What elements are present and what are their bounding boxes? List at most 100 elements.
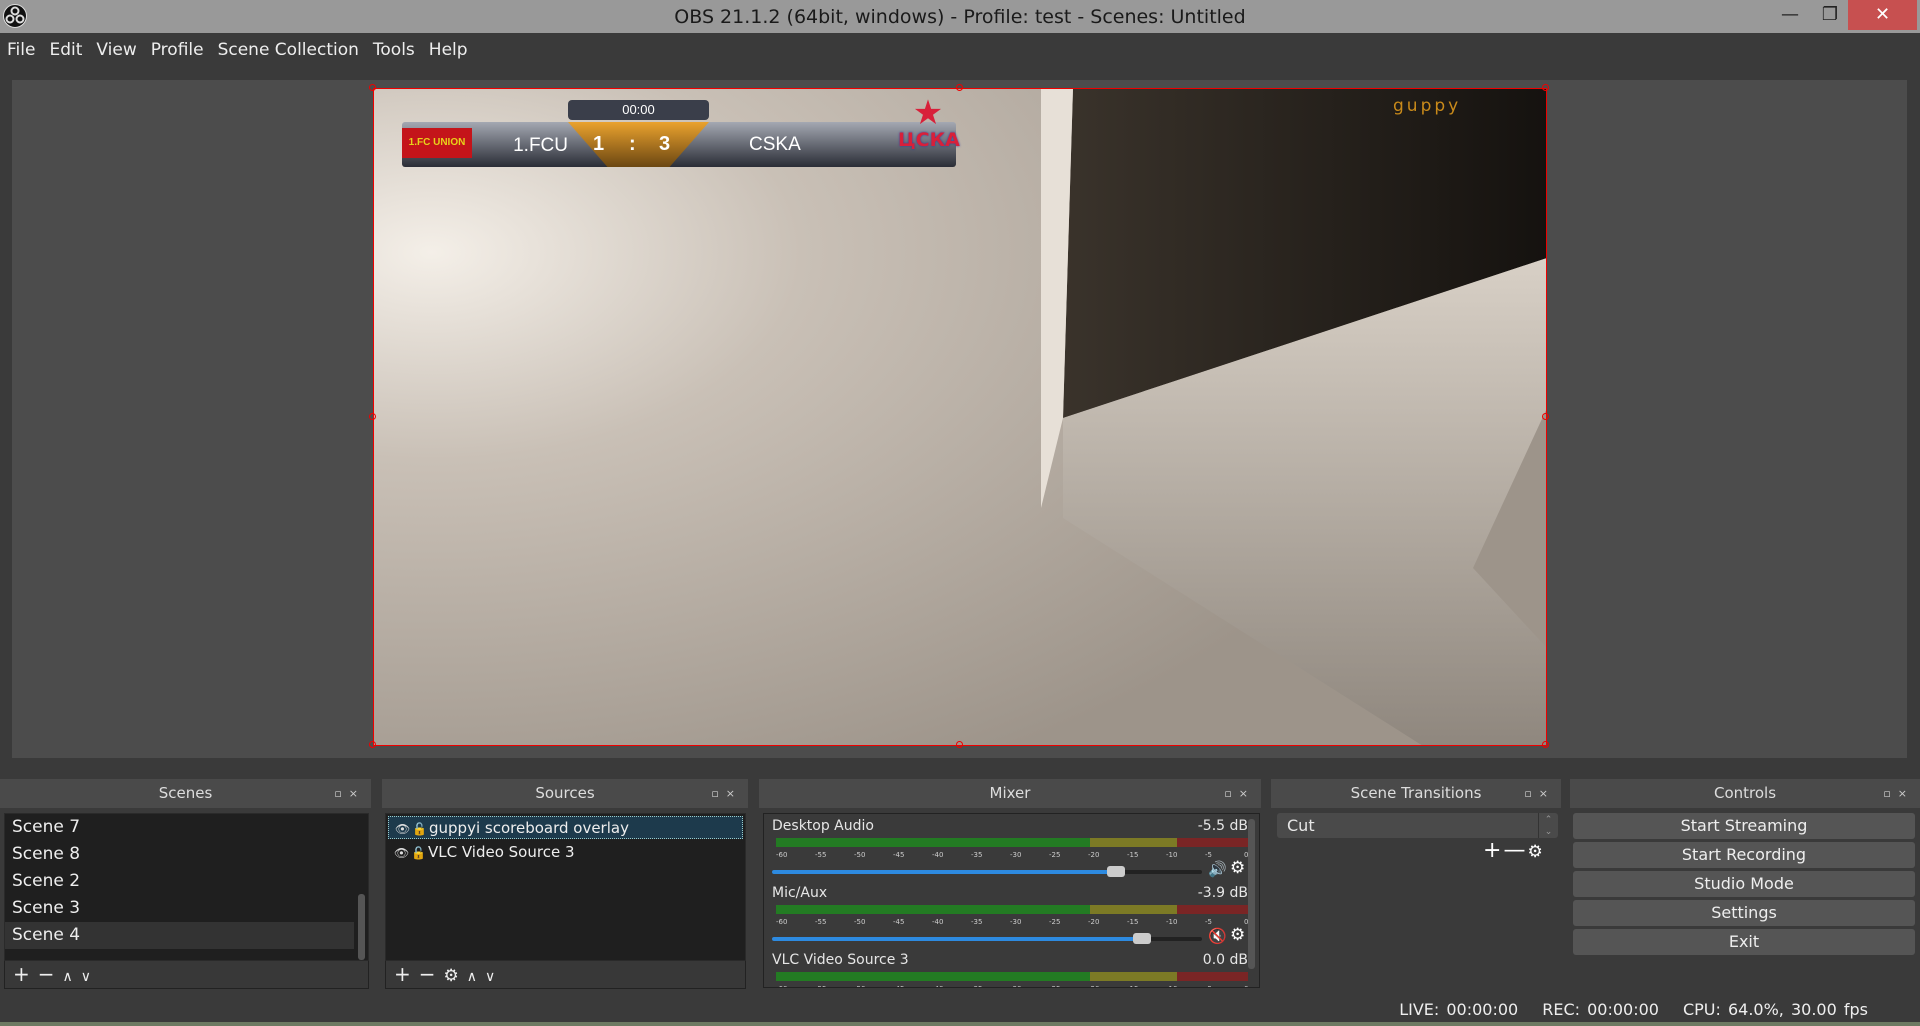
selection-box	[373, 88, 1547, 746]
scenes-toolbar: + − ∧ ∨	[4, 961, 369, 989]
menu-profile[interactable]: Profile	[144, 33, 211, 67]
channel-db: -3.9 dB	[1197, 885, 1248, 901]
scenes-dock-header: Scenes ▫×	[0, 779, 371, 808]
channel-db: 0.0 dB	[1202, 952, 1248, 968]
gear-icon[interactable]: ⚙	[1230, 858, 1245, 878]
exit-button[interactable]: Exit	[1573, 929, 1915, 955]
tick-label: -40	[932, 918, 944, 926]
spinner-arrows-icon[interactable]: ⌃ ⌄	[1538, 813, 1558, 838]
tick-label: -35	[971, 851, 983, 859]
move-up-icon[interactable]: ∧	[467, 964, 477, 990]
scenes-scrollbar[interactable]	[358, 894, 365, 960]
eye-icon[interactable]: 👁	[394, 842, 411, 864]
resize-handle[interactable]	[1542, 741, 1549, 748]
channel-name: VLC Video Source 3	[772, 952, 909, 968]
menu-scene-collection[interactable]: Scene Collection	[211, 33, 366, 67]
scenes-list[interactable]: Scene 7 Scene 8 Scene 2 Scene 3 Scene 4	[4, 813, 369, 961]
tick-label: -60	[776, 985, 787, 987]
volume-slider[interactable]	[772, 933, 1202, 944]
transitions-dock-header: Scene Transitions ▫×	[1271, 779, 1561, 808]
mixer-channel: Mic/Aux -3.9 dB -60 -55 -50 -45 -40 -35 -30 -25…	[772, 885, 1248, 951]
dock-float-close-icons[interactable]: ▫×	[1524, 779, 1555, 808]
menu-bar: File Edit View Profile Scene Collection Tools…	[0, 33, 1920, 67]
tick-label: -10	[1166, 918, 1178, 926]
remove-source-icon[interactable]: −	[419, 961, 436, 987]
remove-transition-icon[interactable]: —	[1503, 838, 1527, 863]
tick-label: -60	[776, 918, 788, 926]
preview-canvas[interactable]: 00:00 1.FC UNION 1.FCU 1 : 3 CSKA ★ ЦСКА…	[369, 84, 1549, 748]
scene-item[interactable]: Scene 2	[5, 868, 368, 895]
transition-select[interactable]: Cut ⌃ ⌄	[1277, 813, 1558, 838]
tick-label: -30	[1010, 851, 1022, 859]
tick-label: -50	[854, 985, 865, 987]
tick-label: -40	[932, 985, 943, 987]
gear-icon[interactable]: ⚙	[1527, 842, 1544, 862]
resize-handle[interactable]	[1542, 84, 1549, 91]
source-item-selected[interactable]: 👁 🔓 guppyi scoreboard overlay	[388, 816, 743, 839]
menu-view[interactable]: View	[89, 33, 143, 67]
status-bar: LIVE: 00:00:00 REC: 00:00:00 CPU: 64.0%, 3…	[1375, 1000, 1868, 1019]
mixer-channel: VLC Video Source 3 0.0 dB -60-55-50-45-4…	[772, 952, 1248, 987]
scene-item[interactable]: Scene 7	[5, 814, 368, 841]
volume-meter	[776, 838, 1248, 847]
scene-item[interactable]: Scene 3	[5, 895, 368, 922]
tick-label: -10	[1166, 851, 1178, 859]
scene-item[interactable]: Scene 8	[5, 841, 368, 868]
resize-handle[interactable]	[956, 741, 963, 748]
dock-float-close-icons[interactable]: ▫×	[334, 779, 365, 808]
gear-icon[interactable]: ⚙	[444, 963, 459, 989]
tick-label: -60	[776, 851, 788, 859]
start-recording-button[interactable]: Start Recording	[1573, 842, 1915, 868]
dock-float-close-icons[interactable]: ▫×	[1883, 779, 1914, 808]
tick-label: -25	[1049, 985, 1060, 987]
source-item[interactable]: 👁 🔓 VLC Video Source 3	[388, 841, 743, 864]
resize-handle[interactable]	[369, 741, 376, 748]
settings-button[interactable]: Settings	[1573, 900, 1915, 926]
studio-mode-button[interactable]: Studio Mode	[1573, 871, 1915, 897]
volume-meter	[776, 972, 1248, 981]
muted-speaker-icon[interactable]: 🔇	[1208, 927, 1227, 945]
mixer-scrollbar[interactable]	[1248, 819, 1255, 969]
tick-label: -15	[1127, 851, 1139, 859]
mixer-channel: Desktop Audio -5.5 dB -60 -55 -50 -45 -40 -35…	[772, 818, 1248, 884]
move-down-icon[interactable]: ∨	[485, 964, 495, 990]
slider-knob[interactable]	[1107, 866, 1125, 877]
minimize-button[interactable]: —	[1770, 0, 1810, 30]
menu-file[interactable]: File	[0, 33, 42, 67]
source-label: VLC Video Source 3	[428, 843, 575, 861]
volume-slider[interactable]	[772, 866, 1202, 877]
add-scene-icon[interactable]: +	[13, 961, 30, 987]
lock-icon[interactable]: 🔓	[411, 842, 428, 864]
menu-edit[interactable]: Edit	[42, 33, 89, 67]
resize-handle[interactable]	[369, 84, 376, 91]
add-source-icon[interactable]: +	[394, 961, 411, 987]
dock-float-close-icons[interactable]: ▫×	[1224, 779, 1255, 808]
sources-list[interactable]: 👁 🔓 guppyi scoreboard overlay 👁 🔓 VLC Video …	[385, 813, 746, 961]
gear-icon[interactable]: ⚙	[1230, 925, 1245, 945]
close-button[interactable]: ✕	[1848, 0, 1917, 30]
menu-help[interactable]: Help	[422, 33, 475, 67]
resize-handle[interactable]	[369, 413, 376, 420]
remove-scene-icon[interactable]: −	[38, 961, 55, 987]
restore-button[interactable]: ❐	[1810, 0, 1850, 30]
eye-icon[interactable]: 👁	[395, 818, 412, 840]
resize-handle[interactable]	[1542, 413, 1549, 420]
resize-handle[interactable]	[956, 84, 963, 91]
menu-tools[interactable]: Tools	[366, 33, 422, 67]
scene-item-selected[interactable]: Scene 4	[5, 922, 354, 949]
tick-label: -25	[1049, 851, 1061, 859]
tick-label: -25	[1049, 918, 1061, 926]
rec-time: REC: 00:00:00	[1542, 1000, 1659, 1019]
start-streaming-button[interactable]: Start Streaming	[1573, 813, 1915, 839]
tick-label: -45	[893, 851, 905, 859]
dock-float-close-icons[interactable]: ▫×	[711, 779, 742, 808]
tick-label: -20	[1088, 985, 1099, 987]
move-down-icon[interactable]: ∨	[81, 964, 91, 990]
lock-icon[interactable]: 🔓	[412, 818, 429, 840]
meter-scale: -60-55-50-45-40-35-30-25-20-15-10-50	[772, 918, 1248, 930]
slider-knob[interactable]	[1132, 933, 1151, 944]
speaker-icon[interactable]: 🔊	[1208, 860, 1227, 878]
window-title: OBS 21.1.2 (64bit, windows) - Profile: t…	[674, 6, 1246, 28]
add-transition-icon[interactable]: +	[1483, 838, 1503, 863]
move-up-icon[interactable]: ∧	[63, 964, 73, 990]
